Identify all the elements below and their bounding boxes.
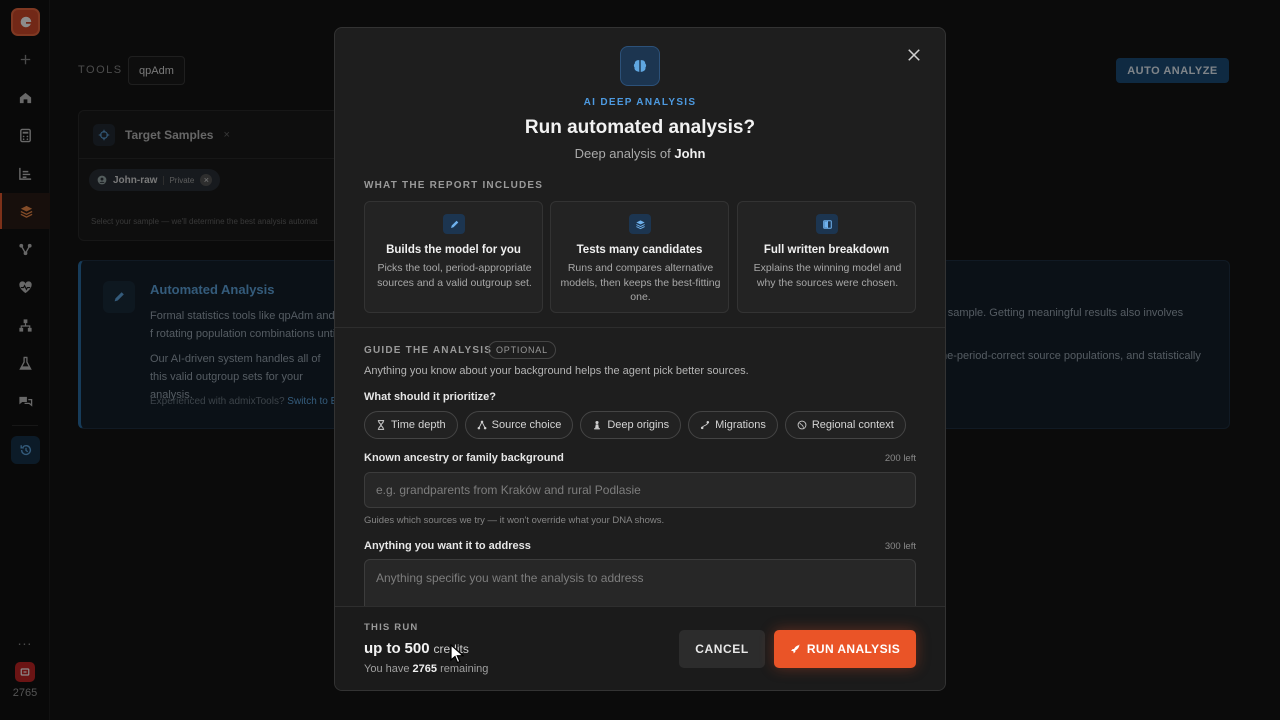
this-run-label: THIS RUN — [364, 622, 419, 633]
chip-label: Regional context — [811, 419, 894, 431]
dialog-eyebrow: AI DEEP ANALYSIS — [583, 97, 697, 108]
remaining-suffix: remaining — [440, 663, 489, 675]
feature-card-tests-candidates: Tests many candidates Runs and compares … — [550, 201, 729, 313]
guide-label: GUIDE THE ANALYSIS — [364, 345, 493, 356]
chess-pawn-icon — [594, 420, 601, 430]
run-analysis-dialog: AI DEEP ANALYSIS Run automated analysis?… — [334, 27, 946, 691]
feature-card-builds-model: Builds the model for you Picks the tool,… — [364, 201, 543, 313]
rocket-icon — [790, 643, 800, 653]
run-analysis-button[interactable]: RUN ANALYSIS — [774, 630, 916, 668]
hourglass-icon — [377, 420, 385, 430]
remaining-prefix: You have — [364, 663, 410, 675]
layers-icon — [629, 214, 651, 234]
dialog-subtitle: Deep analysis of John — [335, 146, 945, 161]
pencil-icon — [443, 214, 465, 234]
ancestry-input[interactable] — [364, 472, 916, 508]
chip-deep-origins[interactable]: Deep origins — [580, 411, 682, 439]
feature-title: Tests many candidates — [576, 244, 703, 256]
remaining-value: 2765 — [412, 663, 438, 675]
book-icon — [816, 214, 838, 234]
dialog-subtitle-name: John — [674, 146, 706, 161]
chip-migrations[interactable]: Migrations — [688, 411, 778, 439]
prioritize-label: What should it prioritize? — [364, 391, 496, 403]
feature-desc: Explains the winning model and why the s… — [753, 262, 902, 289]
chip-time-depth[interactable]: Time depth — [364, 411, 458, 439]
feature-title: Full written breakdown — [763, 244, 890, 256]
ancestry-hint: Guides which sources we try — it won't o… — [364, 515, 665, 526]
feature-title: Builds the model for you — [386, 244, 521, 256]
run-analysis-label: RUN ANALYSIS — [806, 642, 901, 656]
chip-label: Time depth — [391, 419, 446, 431]
feature-card-written-breakdown: Full written breakdown Explains the winn… — [737, 201, 916, 313]
brain-icon — [620, 46, 660, 86]
section-divider — [335, 327, 945, 328]
close-icon[interactable] — [903, 44, 925, 66]
chip-label: Deep origins — [607, 419, 670, 431]
dialog-subtitle-prefix: Deep analysis of — [574, 146, 671, 161]
route-icon — [701, 420, 710, 430]
feature-desc: Picks the tool, period-appropriate sourc… — [377, 262, 532, 289]
chip-label: Migrations — [715, 419, 766, 431]
dialog-footer: THIS RUN up to 500 credits You have 2765… — [335, 606, 945, 690]
includes-label: WHAT THE REPORT INCLUDES — [364, 180, 544, 191]
ancestry-char-count: 200 left — [884, 453, 916, 464]
run-cost-prefix: up to — [364, 640, 401, 657]
chip-label: Source choice — [491, 419, 562, 431]
address-char-count: 300 left — [884, 541, 916, 552]
feature-desc: Runs and compares alternative models, th… — [560, 262, 721, 303]
guide-description: Anything you know about your background … — [364, 365, 749, 377]
chip-source-choice[interactable]: Source choice — [464, 411, 574, 439]
dialog-title: Run automated analysis? — [524, 117, 756, 138]
chip-regional-context[interactable]: Regional context — [784, 411, 906, 439]
run-cost-amount: 500 — [404, 640, 430, 657]
cancel-button[interactable]: CANCEL — [679, 630, 765, 668]
globe-icon — [797, 420, 807, 430]
address-label: Anything you want it to address — [364, 540, 531, 552]
priority-chips: Time depth Source choice Deep origins Mi… — [364, 411, 906, 439]
ancestry-label: Known ancestry or family background — [364, 452, 564, 464]
network-icon — [477, 420, 486, 430]
credits-remaining: You have 2765 remaining — [364, 663, 488, 675]
mouse-cursor-icon — [450, 644, 464, 664]
optional-badge: OPTIONAL — [488, 341, 556, 359]
